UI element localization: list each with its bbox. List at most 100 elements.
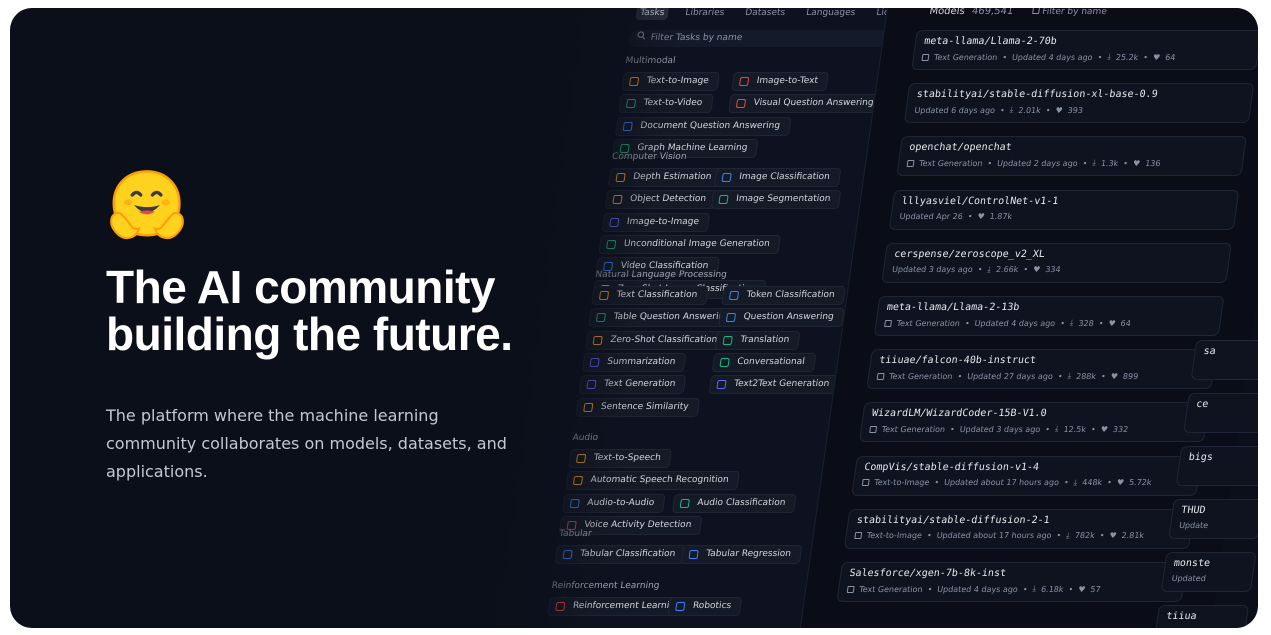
task-chip[interactable]: Text-to-Speech bbox=[568, 449, 672, 468]
model-name[interactable]: lllyasviel/ControlNet-v1-1 bbox=[901, 196, 1230, 207]
tab-languages[interactable]: Languages bbox=[801, 8, 860, 20]
tab-libraries[interactable]: Libraries bbox=[680, 8, 729, 20]
model-name[interactable]: Salesforce/xgen-7b-8k-inst bbox=[849, 568, 1178, 579]
task-label: Tabular Classification bbox=[579, 549, 676, 559]
audio-class-icon bbox=[679, 498, 690, 508]
headline-line-2: building the future. bbox=[106, 308, 513, 360]
separator: • bbox=[1098, 318, 1105, 328]
task-chip[interactable]: Tabular Regression bbox=[680, 545, 803, 564]
heart-icon: ♥ bbox=[1110, 371, 1119, 381]
model-card[interactable]: THUD Update bbox=[1168, 499, 1258, 539]
task-chip[interactable]: Image-to-Text bbox=[731, 72, 830, 91]
task-chip[interactable]: Summarization bbox=[581, 352, 687, 372]
document-icon bbox=[622, 121, 633, 131]
model-name[interactable]: THUD bbox=[1181, 505, 1255, 516]
task-chip[interactable]: Robotics bbox=[667, 597, 743, 616]
model-name[interactable]: tiiua bbox=[1166, 611, 1240, 622]
model-card[interactable]: meta-llama/Llama-2-70b Text Generation • Up… bbox=[911, 30, 1258, 70]
task-chip[interactable]: Object Detection bbox=[604, 190, 718, 210]
task-chip[interactable]: Depth Estimation bbox=[607, 168, 723, 187]
model-name[interactable]: WizardLM/WizardCoder-15B-V1.0 bbox=[871, 408, 1200, 419]
task-chip[interactable]: Text-to-Video bbox=[618, 94, 714, 114]
model-likes: 136 bbox=[1144, 158, 1162, 168]
task-chip[interactable]: Conversational bbox=[711, 352, 816, 372]
model-card[interactable]: bigs bbox=[1175, 446, 1258, 486]
task-chip[interactable]: Document Question Answering bbox=[614, 116, 792, 136]
model-likes: 1.87k bbox=[989, 211, 1013, 221]
model-name[interactable]: sa bbox=[1203, 346, 1258, 357]
model-name[interactable]: openchat/openchat bbox=[908, 142, 1237, 153]
model-card[interactable]: openchat/openchat Text Generation • Updated… bbox=[896, 136, 1247, 177]
audio-audio-icon bbox=[569, 498, 580, 508]
zero-shot-class-icon bbox=[592, 335, 603, 345]
task-chip[interactable]: Visual Question Answering bbox=[728, 94, 885, 114]
separator: • bbox=[949, 424, 956, 434]
task-chip[interactable]: Sentence Similarity bbox=[575, 397, 700, 417]
model-meta: Updated 3 days ago • ⤓ 2.66k • ♥ 334 bbox=[891, 265, 1219, 275]
model-card[interactable]: meta-llama/Llama-2-13b Text Generation • Up… bbox=[873, 296, 1225, 336]
models-title: Models bbox=[928, 8, 966, 17]
model-card[interactable]: stabilityai/stable-diffusion-xl-base-0.9… bbox=[903, 83, 1255, 124]
task-chip[interactable]: Image Classification bbox=[713, 168, 842, 187]
task-chip[interactable]: Image-to-Image bbox=[601, 212, 711, 232]
segment-icon bbox=[718, 195, 729, 205]
filter-icon bbox=[1032, 8, 1041, 14]
model-card[interactable]: Salesforce/xgen-7b-8k-inst Text Generatio… bbox=[836, 562, 1188, 602]
task-chip[interactable]: Image Segmentation bbox=[710, 190, 842, 210]
task-chip[interactable]: Automatic Speech Recognition bbox=[565, 471, 740, 491]
model-card[interactable]: stabilityai/stable-diffusion-2-1 Text-to-… bbox=[843, 508, 1195, 549]
model-card[interactable]: WizardLM/WizardCoder-15B-V1.0 Text Genera… bbox=[858, 402, 1210, 443]
separator: • bbox=[1100, 371, 1107, 381]
task-chip[interactable]: Question Answering bbox=[718, 308, 845, 328]
task-label: Audio-to-Audio bbox=[586, 497, 655, 508]
task-chip[interactable]: Unconditional Image Generation bbox=[598, 234, 782, 254]
section-title-1: Computer Vision bbox=[611, 152, 688, 162]
task-chip[interactable]: Tabular Classification bbox=[554, 545, 687, 564]
models-filter-input[interactable]: Filter by name bbox=[1032, 8, 1107, 17]
task-label: Image-to-Image bbox=[626, 216, 700, 227]
model-meta: Text-to-Image • Updated about 17 hours ago… bbox=[854, 531, 1182, 541]
model-card[interactable]: cerspense/zeroscope_v2_XL Updated 3 days … bbox=[881, 242, 1232, 283]
download-icon: ⤓ bbox=[1032, 584, 1037, 593]
model-card[interactable]: tiiuae/falcon-40b-instruct Text Generatio… bbox=[866, 349, 1217, 390]
task-chip[interactable]: Audio-to-Audio bbox=[561, 493, 666, 513]
model-downloads: 25.2k bbox=[1115, 52, 1139, 62]
model-task: Text-to-Image bbox=[866, 531, 923, 541]
model-name[interactable]: CompVis/stable-diffusion-v1-4 bbox=[864, 462, 1193, 473]
model-meta: Updated 6 days ago • ⤓ 2.01k • ♥ 393 bbox=[914, 105, 1242, 115]
task-chip[interactable]: Text-to-Image bbox=[621, 72, 721, 91]
model-card[interactable]: lllyasviel/ControlNet-v1-1 Updated Apr 26… bbox=[888, 189, 1240, 230]
separator: • bbox=[956, 371, 963, 381]
tasks-filter-input[interactable]: Filter Tasks by name bbox=[627, 30, 892, 47]
task-chip[interactable]: Token Classification bbox=[721, 286, 846, 305]
model-updated: Updated 6 days ago bbox=[913, 105, 996, 115]
model-card[interactable]: sa bbox=[1190, 340, 1258, 380]
model-name[interactable]: stabilityai/stable-diffusion-xl-base-0.9 bbox=[916, 89, 1245, 100]
model-card[interactable]: ce bbox=[1183, 393, 1258, 433]
tab-datasets[interactable]: Datasets bbox=[740, 8, 790, 20]
tab-tasks[interactable]: Tasks bbox=[635, 8, 670, 20]
task-chip[interactable]: Text Classification bbox=[591, 286, 709, 305]
task-label: Text2Text Generation bbox=[733, 379, 830, 390]
model-name[interactable]: tiiuae/falcon-40b-instruct bbox=[879, 355, 1208, 366]
download-icon: ⤓ bbox=[1067, 371, 1072, 381]
model-card[interactable]: monste Updated bbox=[1160, 552, 1257, 592]
task-chip[interactable]: Translation bbox=[714, 330, 801, 350]
model-name[interactable]: meta-llama/Llama-2-70b bbox=[923, 36, 1252, 47]
speech-icon bbox=[575, 454, 587, 463]
task-chip[interactable]: Text2Text Generation bbox=[708, 375, 841, 395]
page-title: The AI community building the future. bbox=[106, 264, 576, 358]
model-name[interactable]: cerspense/zeroscope_v2_XL bbox=[894, 249, 1223, 260]
task-chip[interactable]: Audio Classification bbox=[671, 493, 797, 513]
model-name[interactable]: bigs bbox=[1188, 452, 1258, 463]
task-chip[interactable]: Text Generation bbox=[578, 375, 687, 395]
model-name[interactable]: stabilityai/stable-diffusion-2-1 bbox=[856, 515, 1185, 526]
model-card[interactable]: CompVis/stable-diffusion-v1-4 Text-to-Ima… bbox=[851, 455, 1203, 496]
model-name[interactable]: ce bbox=[1195, 399, 1258, 410]
separator: • bbox=[1044, 424, 1051, 434]
model-name[interactable]: monste bbox=[1173, 558, 1247, 569]
model-card[interactable]: tiiua bbox=[1153, 605, 1250, 628]
download-icon: ⤓ bbox=[1073, 477, 1078, 487]
task-chip[interactable]: Zero-Shot Classification bbox=[584, 330, 729, 350]
model-name[interactable]: meta-llama/Llama-2-13b bbox=[886, 302, 1215, 313]
